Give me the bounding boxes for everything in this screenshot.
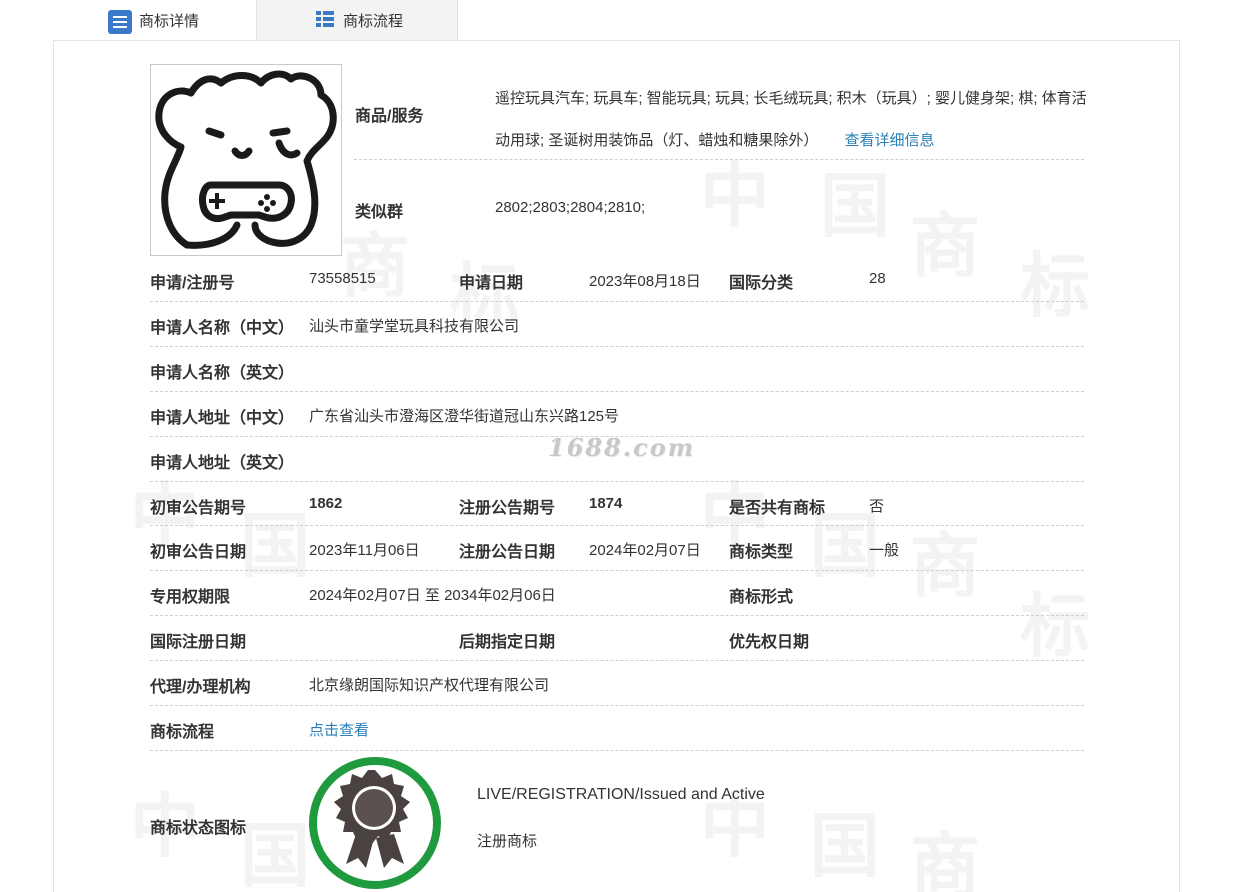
status-cn-value: 注册商标 xyxy=(477,833,538,850)
tab-trademark-detail[interactable]: 商标详情 xyxy=(53,0,257,41)
divider xyxy=(150,481,1084,482)
reg-no-label: 申请/注册号 xyxy=(150,275,235,292)
reg-pub-no-label: 注册公告期号 xyxy=(459,500,556,517)
view-flow-link[interactable]: 点击查看 xyxy=(309,719,369,740)
divider xyxy=(150,615,1084,616)
agent-value: 北京缘朗国际知识产权代理有限公司 xyxy=(309,677,550,694)
applicant-en-label: 申请人名称（英文） xyxy=(150,365,295,382)
intl-class-label: 国际分类 xyxy=(729,275,794,292)
similar-group-label: 类似群 xyxy=(355,204,404,221)
agent-label: 代理/办理机构 xyxy=(150,679,251,696)
tm-type-label: 商标类型 xyxy=(729,544,794,561)
reg-no-value: 73558515 xyxy=(309,270,376,287)
bear-gamepad-logo xyxy=(155,70,337,249)
tab-bar: 商标详情 商标流程 xyxy=(53,0,458,41)
exclusive-value: 2024年02月07日 至 2034年02月06日 xyxy=(309,587,556,604)
divider xyxy=(150,301,1084,302)
site-watermark: 1688.com xyxy=(548,433,696,462)
tm-type-value: 一般 xyxy=(869,542,900,559)
tm-form-label: 商标形式 xyxy=(729,589,794,606)
status-icon-label: 商标状态图标 xyxy=(150,820,247,837)
later-date-label: 后期指定日期 xyxy=(459,634,556,651)
status-en-value: LIVE/REGISTRATION/Issued and Active xyxy=(477,786,765,803)
divider xyxy=(150,750,1084,751)
prelim-date-value: 2023年11月06日 xyxy=(309,542,420,559)
list-icon xyxy=(108,10,132,34)
reg-pub-date-label: 注册公告日期 xyxy=(459,544,556,561)
divider xyxy=(150,346,1084,347)
applicant-cn-value: 汕头市童学堂玩具科技有限公司 xyxy=(309,318,520,335)
reg-pub-date-value: 2024年02月07日 xyxy=(589,542,701,559)
apply-date-label: 申请日期 xyxy=(459,275,524,292)
prelim-date-label: 初审公告日期 xyxy=(150,544,247,561)
divider xyxy=(150,525,1084,526)
shared-value: 否 xyxy=(869,498,885,515)
divider xyxy=(150,436,1084,437)
divider xyxy=(354,159,1084,160)
tab-label: 商标流程 xyxy=(343,12,404,30)
divider xyxy=(150,660,1084,661)
address-en-label: 申请人地址（英文） xyxy=(150,455,295,472)
reg-pub-no-value: 1874 xyxy=(589,495,623,512)
divider xyxy=(150,391,1084,392)
divider xyxy=(150,570,1084,571)
address-cn-label: 申请人地址（中文） xyxy=(150,410,295,427)
prelim-no-label: 初审公告期号 xyxy=(150,500,247,517)
registered-status-badge xyxy=(308,756,442,890)
priority-date-label: 优先权日期 xyxy=(729,634,810,651)
goods-label: 商品/服务 xyxy=(355,108,424,125)
flow-label: 商标流程 xyxy=(150,724,215,741)
intl-reg-date-label: 国际注册日期 xyxy=(150,634,247,651)
similar-group-value: 2802;2803;2804;2810; xyxy=(495,199,646,216)
apply-date-value: 2023年08月18日 xyxy=(589,273,701,290)
prelim-no-value: 1862 xyxy=(309,495,343,512)
grid-list-icon xyxy=(316,11,334,29)
address-cn-value: 广东省汕头市澄海区澄华街道冠山东兴路125号 xyxy=(309,408,620,425)
exclusive-label: 专用权期限 xyxy=(150,589,231,606)
goods-text: 遥控玩具汽车; 玩具车; 智能玩具; 玩具; 长毛绒玩具; 积木（玩具）; 婴儿… xyxy=(495,90,1087,149)
award-ribbon-icon xyxy=(309,757,441,889)
view-details-link[interactable]: 查看详细信息 xyxy=(845,132,935,149)
applicant-cn-label: 申请人名称（中文） xyxy=(150,320,295,337)
shared-label: 是否共有商标 xyxy=(729,500,826,517)
trademark-detail-page: 商标详情 商标流程 中 国 商 标 商 标 中 国 商 标 中 国 中 国 商 … xyxy=(0,0,1236,892)
tab-label: 商标详情 xyxy=(139,13,200,30)
divider xyxy=(150,705,1084,706)
goods-value: 遥控玩具汽车; 玩具车; 智能玩具; 玩具; 长毛绒玩具; 积木（玩具）; 婴儿… xyxy=(495,78,1090,162)
tab-trademark-flow[interactable]: 商标流程 xyxy=(257,0,458,41)
trademark-image[interactable] xyxy=(150,64,342,256)
intl-class-value: 28 xyxy=(869,270,886,287)
